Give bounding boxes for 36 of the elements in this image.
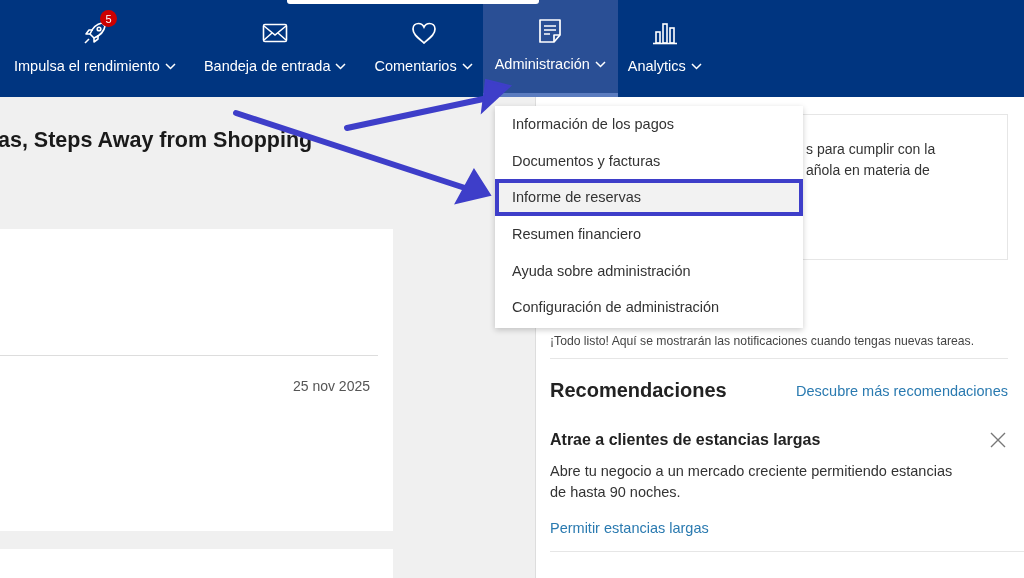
more-recommendations-link[interactable]: Descubre más recomendaciones	[796, 382, 1008, 399]
date-text: 25 nov 2025	[292, 378, 370, 394]
envelope-icon	[262, 23, 289, 43]
menu-item[interactable]: Ayuda sobre administración	[495, 252, 803, 289]
nav-tab[interactable]: 5 Impulsa el rendimiento	[4, 0, 186, 97]
allow-long-stays-link[interactable]: Permitir estancias largas	[550, 520, 709, 536]
chevron-down-icon	[164, 62, 176, 70]
bar-chart-icon	[651, 21, 678, 45]
close-icon[interactable]	[990, 432, 1006, 448]
menu-item[interactable]: Resumen financiero	[495, 215, 803, 253]
nav-label: Analytics	[627, 58, 686, 74]
nav-tab[interactable]: Comentarios	[364, 0, 483, 97]
notification-text: ¡Todo listo! Aquí se mostrarán las notificaciones cuando tengas nuevas tareas.	[550, 334, 976, 348]
nav-tab[interactable]: Bandeja de entrada	[193, 0, 357, 97]
chevron-down-icon	[594, 60, 606, 68]
notice-text: s para cumplir con la	[806, 141, 937, 157]
heart-icon	[410, 21, 437, 45]
note-icon	[538, 18, 563, 44]
recommendation-text: Abre tu negocio a un mercado creciente permitiendo estancias de hasta 90 noches.	[550, 462, 954, 502]
nav-label: Administración	[494, 56, 590, 72]
recommendation-title: Atrae a clientes de estancias largas	[550, 431, 821, 449]
nav-tab[interactable]: Analytics	[617, 0, 712, 97]
menu-item[interactable]: Información de los pagos	[495, 106, 803, 143]
chevron-down-icon	[461, 62, 473, 70]
chevron-down-icon	[690, 62, 702, 70]
nav-tab[interactable]: Administración	[482, 0, 618, 97]
menu-item[interactable]: Configuración de administración	[495, 288, 803, 326]
menu-item[interactable]: Informe de reservas	[495, 179, 803, 216]
notification-badge: 5	[99, 10, 117, 27]
notice-text: añola en materia de	[806, 162, 931, 178]
nav-label: Impulsa el rendimiento	[14, 58, 160, 74]
chevron-down-icon	[335, 62, 347, 70]
nav-label: Bandeja de entrada	[203, 58, 331, 74]
nav-label: Comentarios	[374, 58, 457, 74]
menu-item[interactable]: Documentos y facturas	[495, 142, 803, 180]
section-title: Recomendaciones	[550, 379, 727, 402]
